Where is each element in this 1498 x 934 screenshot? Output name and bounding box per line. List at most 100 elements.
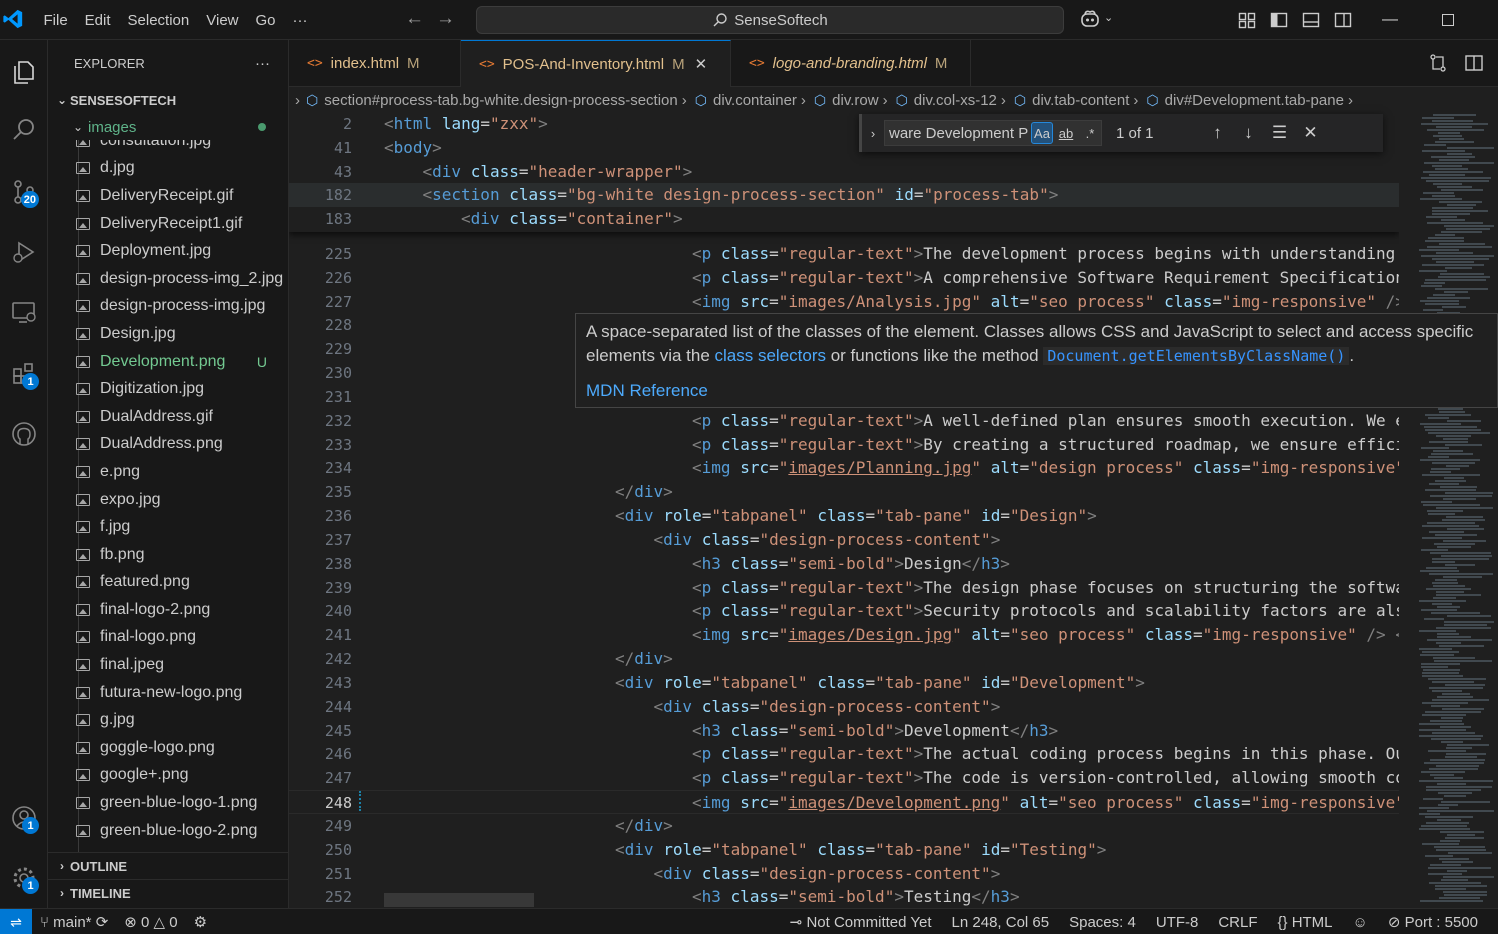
file-item[interactable]: consultation.jpg xyxy=(48,140,288,155)
next-match-arrow-icon[interactable]: ↓ xyxy=(1233,123,1264,143)
find-in-selection-icon[interactable]: ☰ xyxy=(1264,123,1295,143)
hover-code-snippet[interactable]: Document.getElementsByClassName() xyxy=(1043,347,1350,365)
code-line[interactable]: 227 <img src="images/Analysis.jpg" alt="s… xyxy=(289,290,1399,314)
tab-pos-and-inventory-html[interactable]: <> POS-And-Inventory.html M ✕ xyxy=(461,40,731,87)
file-item[interactable]: goggle-logo.png xyxy=(48,734,288,762)
command-center-search[interactable]: SenseSoftech xyxy=(476,6,1064,34)
file-item[interactable]: DualAddress.gif xyxy=(48,403,288,431)
file-item[interactable]: g.jpg xyxy=(48,706,288,734)
breadcrumb-item[interactable]: ⬡ div.container › xyxy=(693,92,812,109)
file-item[interactable]: e.png xyxy=(48,458,288,486)
source-control-icon[interactable]: 20 xyxy=(0,168,48,216)
remote-explorer-icon[interactable] xyxy=(0,288,48,336)
close-tab-icon[interactable]: ✕ xyxy=(695,55,708,73)
file-item[interactable]: f.jpg xyxy=(48,513,288,541)
file-item[interactable]: green-blue-logo-1.png xyxy=(48,789,288,817)
more-actions-icon[interactable]: ··· xyxy=(255,55,270,72)
menu-view[interactable]: View xyxy=(198,12,247,29)
code-line[interactable]: 236 <div role="tabpanel" class="tab-pane"… xyxy=(289,504,1399,528)
forward-arrow-icon[interactable]: → xyxy=(436,8,455,30)
timeline-section[interactable]: › TIMELINE xyxy=(48,879,288,906)
file-item[interactable]: d.jpg xyxy=(48,155,288,183)
file-item[interactable]: green-blue-logo-2.png xyxy=(48,817,288,845)
code-line[interactable]: 243 <div role="tabpanel" class="tab-pane"… xyxy=(289,671,1399,695)
horizontal-scrollbar[interactable] xyxy=(384,893,534,907)
file-item[interactable]: google+.png xyxy=(48,762,288,790)
back-arrow-icon[interactable]: ← xyxy=(405,8,424,30)
remote-indicator-icon[interactable]: ⇌ xyxy=(0,909,32,934)
manage-gear-icon[interactable]: 1 xyxy=(0,854,48,902)
git-change-indicator[interactable] xyxy=(359,791,362,812)
mdn-reference-link[interactable]: MDN Reference xyxy=(586,379,1487,403)
code-line[interactable]: 232 <p class="regular-text">A well-define… xyxy=(289,409,1399,433)
file-item[interactable]: Deployment.jpg xyxy=(48,237,288,265)
file-item[interactable]: final.jpeg xyxy=(48,651,288,679)
indentation[interactable]: Spaces: 4 xyxy=(1069,914,1136,931)
previous-match-arrow-icon[interactable]: ↑ xyxy=(1202,123,1233,143)
sticky-line[interactable]: 43 <div class="header-wrapper"> xyxy=(289,160,1399,184)
sticky-line[interactable]: 183 <div class="container"> xyxy=(289,207,1399,231)
code-line[interactable]: 225 <p class="regular-text">The developme… xyxy=(289,242,1399,266)
file-item[interactable]: DeliveryReceipt.gif xyxy=(48,182,288,210)
branch-indicator[interactable]: ⑂ main* ⟳ xyxy=(40,913,108,931)
file-item[interactable]: expo.jpg xyxy=(48,486,288,514)
code-line[interactable]: 237 <div class="design-process-content"> xyxy=(289,528,1399,552)
code-line[interactable]: 238 <h3 class="semi-bold">Design</h3> xyxy=(289,552,1399,576)
file-item[interactable]: Development.png U xyxy=(48,348,288,376)
run-debug-icon[interactable] xyxy=(0,228,48,276)
whole-word-toggle[interactable]: ab xyxy=(1055,122,1077,144)
debug-run-icon[interactable]: ⚙ xyxy=(194,913,207,931)
code-line[interactable]: 240 <p class="regular-text">Security prot… xyxy=(289,599,1399,623)
maximize-icon[interactable] xyxy=(1442,14,1454,26)
file-item[interactable]: DeliveryReceipt1.gif xyxy=(48,210,288,238)
tab-logo-and-branding-html[interactable]: <> logo-and-branding.html M xyxy=(731,40,971,87)
file-item[interactable]: design-process-img_2.jpg xyxy=(48,265,288,293)
file-item[interactable]: final-logo.png xyxy=(48,624,288,652)
code-line[interactable]: 235 </div> xyxy=(289,480,1399,504)
code-line[interactable]: 244 <div class="design-process-content"> xyxy=(289,695,1399,719)
code-editor[interactable]: 2 <html lang="zxx"> 41 <body> 43 <div class="… xyxy=(289,112,1399,908)
code-line[interactable]: 248 <img src="images/Development.png" alt… xyxy=(289,790,1399,815)
toggle-primary-sidebar-icon[interactable] xyxy=(1270,11,1288,29)
find-input[interactable]: ware Development Process Aa ab .* xyxy=(884,120,1102,146)
file-item[interactable]: final-logo-2.png xyxy=(48,596,288,624)
code-line[interactable]: 247 <p class="regular-text">The code is v… xyxy=(289,766,1399,790)
class-selectors-link[interactable]: class selectors xyxy=(715,346,826,365)
file-item[interactable]: design-process-img.jpg xyxy=(48,293,288,321)
toggle-panel-icon[interactable] xyxy=(1302,11,1320,29)
file-item[interactable]: fb.png xyxy=(48,541,288,569)
code-line[interactable]: 245 <h3 class="semi-bold">Development</h3… xyxy=(289,719,1399,743)
customize-layout-icon[interactable] xyxy=(1238,11,1256,29)
workspace-root[interactable]: ⌄ SENSESOFTECH xyxy=(48,86,288,114)
code-line[interactable]: 249 </div> xyxy=(289,814,1399,838)
breadcrumb-item[interactable]: ⬡ div.row › xyxy=(812,92,894,109)
code-line[interactable]: 234 <img src="images/Planning.jpg" alt="d… xyxy=(289,456,1399,480)
minimap[interactable] xyxy=(1399,112,1498,908)
copilot-icon[interactable]: ⌄ xyxy=(1080,9,1113,33)
code-line[interactable]: 226 <p class="regular-text">A comprehensi… xyxy=(289,266,1399,290)
breadcrumb-item[interactable]: ⬡ section#process-tab.bg-white.design-pro… xyxy=(304,92,693,109)
sticky-line[interactable]: 182 <section class="bg-white design-proce… xyxy=(289,183,1399,208)
code-line[interactable]: 251 <div class="design-process-content"> xyxy=(289,862,1399,886)
minimize-icon[interactable]: — xyxy=(1382,11,1398,29)
github-icon[interactable] xyxy=(0,410,48,458)
breadcrumb-item[interactable]: ⬡ div.tab-content › xyxy=(1012,92,1145,109)
code-line[interactable]: 239 <p class="regular-text">The design ph… xyxy=(289,576,1399,600)
search-icon[interactable] xyxy=(0,106,48,154)
file-item[interactable]: Design.jpg xyxy=(48,320,288,348)
code-line[interactable]: 246 <p class="regular-text">The actual co… xyxy=(289,742,1399,766)
explorer-icon[interactable] xyxy=(0,48,48,96)
code-line[interactable]: 250 <div role="tabpanel" class="tab-pane"… xyxy=(289,838,1399,862)
menu-go[interactable]: Go xyxy=(247,12,284,29)
git-blame-indicator[interactable]: ⊸ Not Committed Yet xyxy=(790,913,932,931)
cursor-position[interactable]: Ln 248, Col 65 xyxy=(952,914,1050,931)
menu-edit[interactable]: Edit xyxy=(76,12,119,29)
code-line[interactable]: 241 <img src="images/Design.jpg" alt="seo… xyxy=(289,623,1399,647)
file-item[interactable]: featured.png xyxy=(48,569,288,597)
end-of-line[interactable]: CRLF xyxy=(1218,914,1257,931)
close-find-icon[interactable]: ✕ xyxy=(1295,123,1326,143)
live-server-port[interactable]: ⊘ Port : 5500 xyxy=(1388,913,1478,931)
match-case-toggle[interactable]: Aa xyxy=(1031,122,1053,144)
extensions-icon[interactable]: 1 xyxy=(0,350,48,398)
outline-section[interactable]: › OUTLINE xyxy=(48,852,288,879)
